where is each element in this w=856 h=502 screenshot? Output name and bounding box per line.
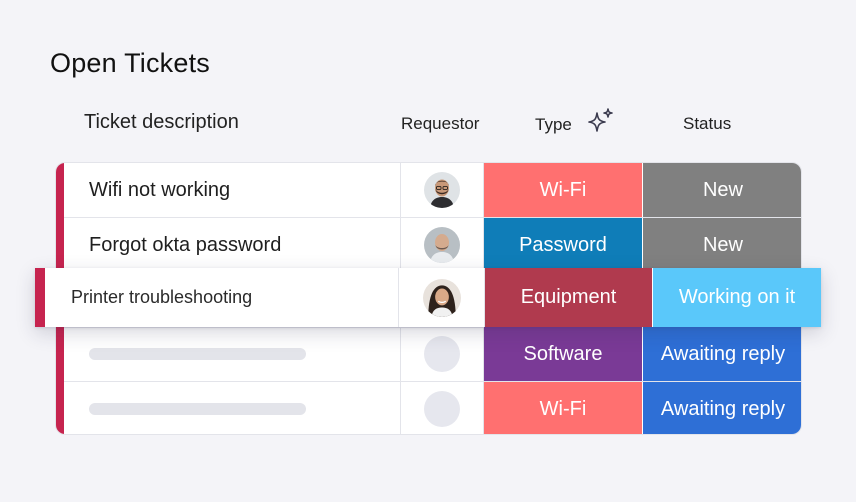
column-header-type[interactable]: Type — [535, 108, 614, 139]
status-label-awaiting-reply[interactable]: Awaiting reply — [643, 382, 801, 434]
column-header-type-label: Type — [535, 115, 572, 134]
type-label-password[interactable]: Password — [484, 218, 643, 272]
avatar — [424, 227, 460, 263]
requestor-cell[interactable] — [401, 327, 484, 381]
avatar-placeholder — [424, 391, 460, 427]
requestor-cell[interactable] — [399, 268, 485, 327]
column-header-description[interactable]: Ticket description — [84, 108, 239, 136]
column-header-requestor[interactable]: Requestor — [401, 110, 479, 138]
type-label-equipment[interactable]: Equipment — [485, 268, 653, 327]
status-label-new[interactable]: New — [643, 218, 801, 272]
sparkle-icon[interactable] — [586, 107, 614, 135]
table-row[interactable]: Forgot okta password Password New — [64, 218, 801, 273]
requestor-cell[interactable] — [401, 218, 484, 272]
table-row[interactable]: Wifi not working Wi-Fi New — [64, 163, 801, 218]
type-label-wifi[interactable]: Wi-Fi — [484, 163, 643, 217]
status-label-working-on-it[interactable]: Working on it — [653, 268, 821, 327]
page-title: Open Tickets — [50, 48, 210, 78]
dragged-table-row[interactable]: Printer troubleshooting Equipment Workin… — [35, 268, 821, 327]
avatar — [422, 278, 461, 317]
status-label-new[interactable]: New — [643, 163, 801, 217]
ticket-description-cell[interactable]: Forgot okta password — [64, 218, 401, 272]
group-color-bar — [35, 268, 45, 327]
status-label-awaiting-reply[interactable]: Awaiting reply — [643, 327, 801, 381]
ticket-description-cell[interactable]: Printer troubleshooting — [45, 268, 399, 327]
avatar — [424, 172, 460, 208]
column-header-status[interactable]: Status — [683, 110, 731, 138]
ticket-description-cell[interactable]: Wifi not working — [64, 163, 401, 217]
requestor-cell[interactable] — [401, 163, 484, 217]
avatar-placeholder — [424, 336, 460, 372]
type-label-wifi[interactable]: Wi-Fi — [484, 382, 643, 434]
table-row[interactable]: Software Awaiting reply — [64, 327, 801, 382]
ticket-description-cell[interactable] — [64, 327, 401, 381]
requestor-cell[interactable] — [401, 382, 484, 434]
description-skeleton — [89, 403, 306, 415]
ticket-description-cell[interactable] — [64, 382, 401, 434]
description-skeleton — [89, 348, 306, 360]
table-row[interactable]: Wi-Fi Awaiting reply — [64, 382, 801, 434]
type-label-software[interactable]: Software — [484, 327, 643, 381]
